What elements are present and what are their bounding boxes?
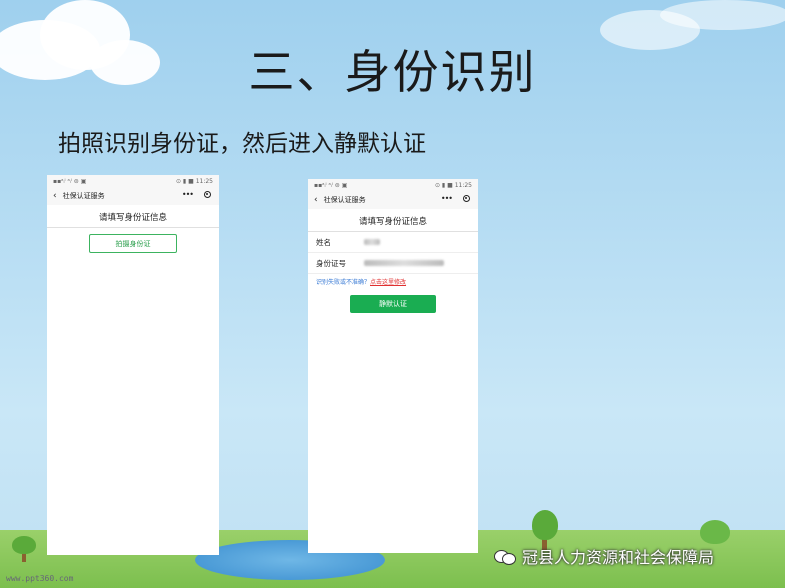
edit-link[interactable]: 点击这里修改	[370, 279, 406, 286]
slide-background: 三、身份识别 拍照识别身份证，然后进入静默认证 ▪▪ᵃᵢˡ ᵃᵢˡ ⊜ ▣ ⊙ …	[0, 0, 785, 588]
status-left: ▪▪ᵃᵢˡ ᵃᵢˡ ⊜ ▣	[53, 177, 87, 185]
wechat-icon	[494, 548, 516, 565]
slide-title: 三、身份识别	[248, 45, 537, 99]
nav-bar: ‹ 社保认证服务 •••	[308, 191, 478, 209]
nav-title: 社保认证服务	[323, 196, 366, 204]
status-bar: ▪▪ᵃᵢˡ ᵃᵢˡ ⊜ ▣ ⊙ ▮ ■ 11:25	[308, 179, 478, 191]
name-label: 姓名	[316, 237, 331, 247]
take-photo-id-button[interactable]: 拍摄身份证	[89, 234, 177, 253]
tree-decoration	[532, 510, 558, 540]
tree-decoration	[700, 520, 730, 544]
id-number-label: 身份证号	[316, 258, 346, 268]
cloud-decoration	[660, 0, 785, 30]
nav-bar: ‹ 社保认证服务 •••	[47, 187, 219, 205]
recognition-hint: 识别失败或不准确？点击这里修改	[308, 274, 478, 289]
target-icon[interactable]	[204, 191, 211, 198]
more-icon[interactable]: •••	[441, 194, 453, 203]
id-number-row: 身份证号	[308, 253, 478, 274]
back-arrow-icon[interactable]: ‹	[314, 195, 318, 205]
phone-screenshot-right: ▪▪ᵃᵢˡ ᵃᵢˡ ⊜ ▣ ⊙ ▮ ■ 11:25 ‹ 社保认证服务 ••• 请…	[308, 179, 478, 553]
watermark: 冠县人力资源和社会保障局	[494, 544, 714, 568]
slide-subtitle: 拍照识别身份证，然后进入静默认证	[58, 131, 426, 157]
phone-screenshot-left: ▪▪ᵃᵢˡ ᵃᵢˡ ⊜ ▣ ⊙ ▮ ■ 11:25 ‹ 社保认证服务 ••• 请…	[47, 175, 219, 555]
form-header: 请填写身份证信息	[47, 205, 219, 228]
id-number-value-blurred[interactable]	[364, 260, 444, 266]
status-right: ⊙ ▮ ■ 11:25	[175, 177, 213, 185]
status-left: ▪▪ᵃᵢˡ ᵃᵢˡ ⊜ ▣	[314, 181, 348, 189]
footer-url: www.ppt360.com	[6, 574, 74, 583]
more-icon[interactable]: •••	[182, 190, 194, 199]
target-icon[interactable]	[463, 195, 470, 202]
silent-auth-button[interactable]: 静默认证	[350, 295, 436, 313]
tree-decoration	[12, 536, 36, 554]
nav-title: 社保认证服务	[62, 192, 105, 200]
name-row: 姓名	[308, 232, 478, 253]
back-arrow-icon[interactable]: ‹	[53, 191, 57, 201]
status-right: ⊙ ▮ ■ 11:25	[434, 181, 472, 189]
status-bar: ▪▪ᵃᵢˡ ᵃᵢˡ ⊜ ▣ ⊙ ▮ ■ 11:25	[47, 175, 219, 187]
name-value-blurred[interactable]	[364, 239, 380, 245]
watermark-text: 冠县人力资源和社会保障局	[522, 548, 715, 567]
hint-text: 识别失败或不准确？	[316, 279, 371, 286]
form-header: 请填写身份证信息	[308, 209, 478, 232]
